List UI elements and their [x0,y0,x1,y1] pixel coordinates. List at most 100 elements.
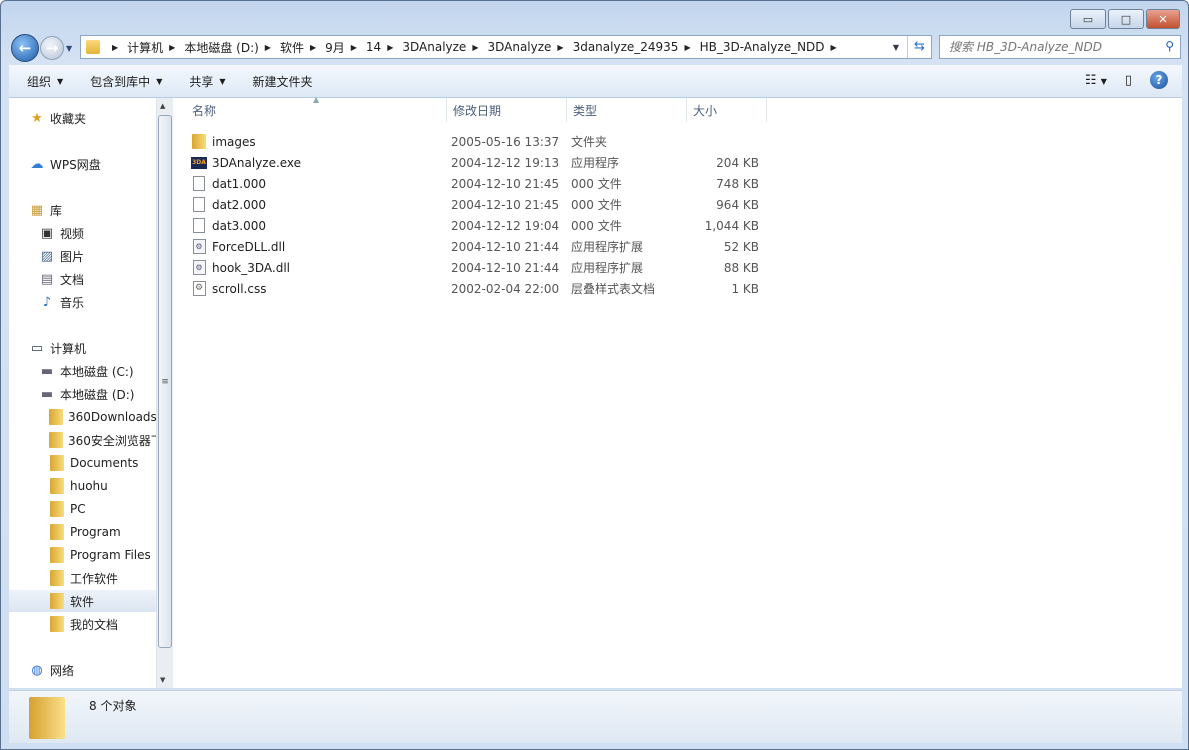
breadcrumb-arrow-icon[interactable]: ▶ [387,43,393,52]
breadcrumb-arrow-icon[interactable]: ▶ [831,43,837,52]
column-header-date[interactable]: 修改日期 [447,98,567,122]
nav-item[interactable]: ▤ 文档 [9,268,156,290]
back-button[interactable]: ← [11,34,39,62]
new-folder-label: 新建文件夹 [252,74,313,89]
scroll-down-icon[interactable]: ▼ [160,676,165,684]
breadcrumb-item[interactable]: 计算机 [127,39,163,56]
breadcrumb-arrow-icon[interactable]: ▶ [265,43,271,52]
maximize-button[interactable]: □ [1108,9,1144,29]
nav-item[interactable]: ★ 收藏夹 [9,107,156,129]
column-header-size[interactable]: 大小 [687,98,767,122]
nav-item[interactable]: 软件 [9,590,156,612]
close-button[interactable]: ✕ [1146,9,1180,29]
include-in-library-button[interactable]: 包含到库中 ▼ [81,69,171,93]
help-icon[interactable]: ? [1150,71,1168,89]
nav-scrollbar[interactable]: ▲ ≡ ▼ [156,98,173,688]
breadcrumb-arrow-icon[interactable]: ▶ [310,43,316,52]
folder-icon [49,570,65,586]
column-header-name[interactable]: 名称 ▲ [173,95,447,122]
nav-item[interactable]: ▨ 图片 [9,245,156,267]
forward-arrow-icon: → [45,39,59,57]
forward-button[interactable]: → [40,36,64,60]
file-type: 文件夹 [571,135,608,149]
search-icon[interactable]: ⚲ [1165,39,1174,53]
file-name: 3DAnalyze.exe [212,155,302,170]
new-folder-button[interactable]: 新建文件夹 [244,69,322,93]
file-row[interactable]: 3DA 3DAnalyze.exe 2004-12-12 19:13 应用程序 2… [191,152,771,173]
breadcrumb-arrow-icon[interactable]: ▶ [351,43,357,52]
breadcrumb-item[interactable]: 3danalyze_24935 [573,40,679,54]
view-options-icon[interactable]: ☷ ▼ [1085,73,1107,88]
organize-button[interactable]: 组织 ▼ [18,69,72,93]
breadcrumb-item[interactable]: 软件 [280,39,304,56]
nav-item[interactable]: ▬ 本地磁盘 (D:) [9,383,156,405]
file-row[interactable]: ⚙ scroll.css 2002-02-04 22:00 层叠样式表文档 1 K… [191,278,771,299]
nav-item-label: 库 [50,203,63,218]
nav-item-label: 收藏夹 [50,111,87,126]
file-row[interactable]: dat2.000 2004-12-10 21:45 000 文件 964 KB [191,194,771,215]
music-icon: ♪ [42,294,52,310]
file-row[interactable]: ⚙ ForceDLL.dll 2004-12-10 21:44 应用程序扩展 52… [191,236,771,257]
breadcrumb-item[interactable]: 3DAnalyze [402,40,466,54]
address-history-dropdown[interactable]: ▼ [885,43,907,52]
file-row[interactable]: ⚙ hook_3DA.dll 2004-12-10 21:44 应用程序扩展 88… [191,257,771,278]
command-bar: 组织 ▼ 包含到库中 ▼ 共享 ▼ 新建文件夹 ☷ ▼ ▯ ? [9,65,1182,98]
breadcrumb: ▶ 计算机 ▶ 本地磁盘 (D:) ▶ 软件 ▶ 9月 ▶ 14 ▶ 3DAnalyze ▶ 3DAnal… [106,39,846,56]
nav-item-label: Program [70,525,121,539]
breadcrumb-arrow-icon[interactable]: ▶ [112,43,118,52]
refresh-button[interactable]: ⇆ [907,36,931,58]
breadcrumb-item[interactable]: HB_3D-Analyze_NDD [700,40,825,54]
breadcrumb-arrow-icon[interactable]: ▶ [169,43,175,52]
file-date: 2005-05-16 13:37 [451,134,560,149]
folder-icon [49,409,63,425]
scroll-up-icon[interactable]: ▲ [160,102,165,110]
breadcrumb-arrow-icon[interactable]: ▶ [557,43,563,52]
breadcrumb-arrow-icon[interactable]: ▶ [472,43,478,52]
breadcrumb-item[interactable]: 3DAnalyze [487,40,551,54]
column-header-type[interactable]: 类型 [567,98,687,122]
nav-item[interactable]: Program [9,521,156,543]
nav-item[interactable]: ▬ 本地磁盘 (C:) [9,360,156,382]
nav-item[interactable]: ☁ WPS网盘 [9,153,156,175]
address-bar[interactable]: ▶ 计算机 ▶ 本地磁盘 (D:) ▶ 软件 ▶ 9月 ▶ 14 ▶ 3DAnalyze ▶ 3DAnal… [80,35,932,59]
network-icon: ◍ [31,662,43,678]
nav-item-label: 软件 [70,594,95,609]
nav-item[interactable]: ◍ 网络 [9,659,156,681]
dll-file-icon: ⚙ [191,260,207,276]
nav-item[interactable]: 我的文档 [9,613,156,635]
nav-item-label: 视频 [60,226,85,241]
preview-pane-icon[interactable]: ▯ [1125,73,1132,88]
nav-item[interactable]: Documents [9,452,156,474]
file-icon [191,176,207,192]
recent-pages-dropdown[interactable]: ▼ [66,44,72,53]
file-row[interactable]: dat1.000 2004-12-10 21:45 000 文件 748 KB [191,173,771,194]
scrollbar-thumb[interactable]: ≡ [158,115,172,648]
nav-item[interactable]: ▭ 计算机 [9,337,156,359]
breadcrumb-item[interactable]: 9月 [325,39,345,56]
breadcrumb-arrow-icon[interactable]: ▶ [684,43,690,52]
nav-item[interactable]: 360Downloads [9,406,156,428]
minimize-button[interactable]: ▭ [1070,9,1106,29]
file-type: 000 文件 [571,198,622,212]
navigation-buttons: ← → ▼ [11,34,72,62]
file-row[interactable]: dat3.000 2004-12-12 19:04 000 文件 1,044 K… [191,215,771,236]
nav-item[interactable]: Program Files [9,544,156,566]
search-box[interactable]: ⚲ [939,35,1181,59]
file-row[interactable]: images 2005-05-16 13:37 文件夹 [191,131,771,152]
nav-item[interactable]: 工作软件 [9,567,156,589]
nav-item-label: huohu [70,479,108,493]
nav-item[interactable]: 360安全浏览器下载 [9,429,156,451]
nav-item[interactable]: ▣ 视频 [9,222,156,244]
breadcrumb-item[interactable]: 本地磁盘 (D:) [184,39,258,56]
nav-item[interactable]: ▦ 库 [9,199,156,221]
nav-item[interactable]: PC [9,498,156,520]
nav-item[interactable]: huohu [9,475,156,497]
dll-file-icon: ⚙ [191,239,207,255]
breadcrumb-item[interactable]: 14 [366,40,381,54]
folder-icon [49,616,65,632]
file-name: ForceDLL.dll [212,239,286,254]
drive-icon: ▬ [40,363,54,379]
nav-item[interactable]: ♪ 音乐 [9,291,156,313]
search-input[interactable] [949,40,1154,54]
share-button[interactable]: 共享 ▼ [180,69,234,93]
